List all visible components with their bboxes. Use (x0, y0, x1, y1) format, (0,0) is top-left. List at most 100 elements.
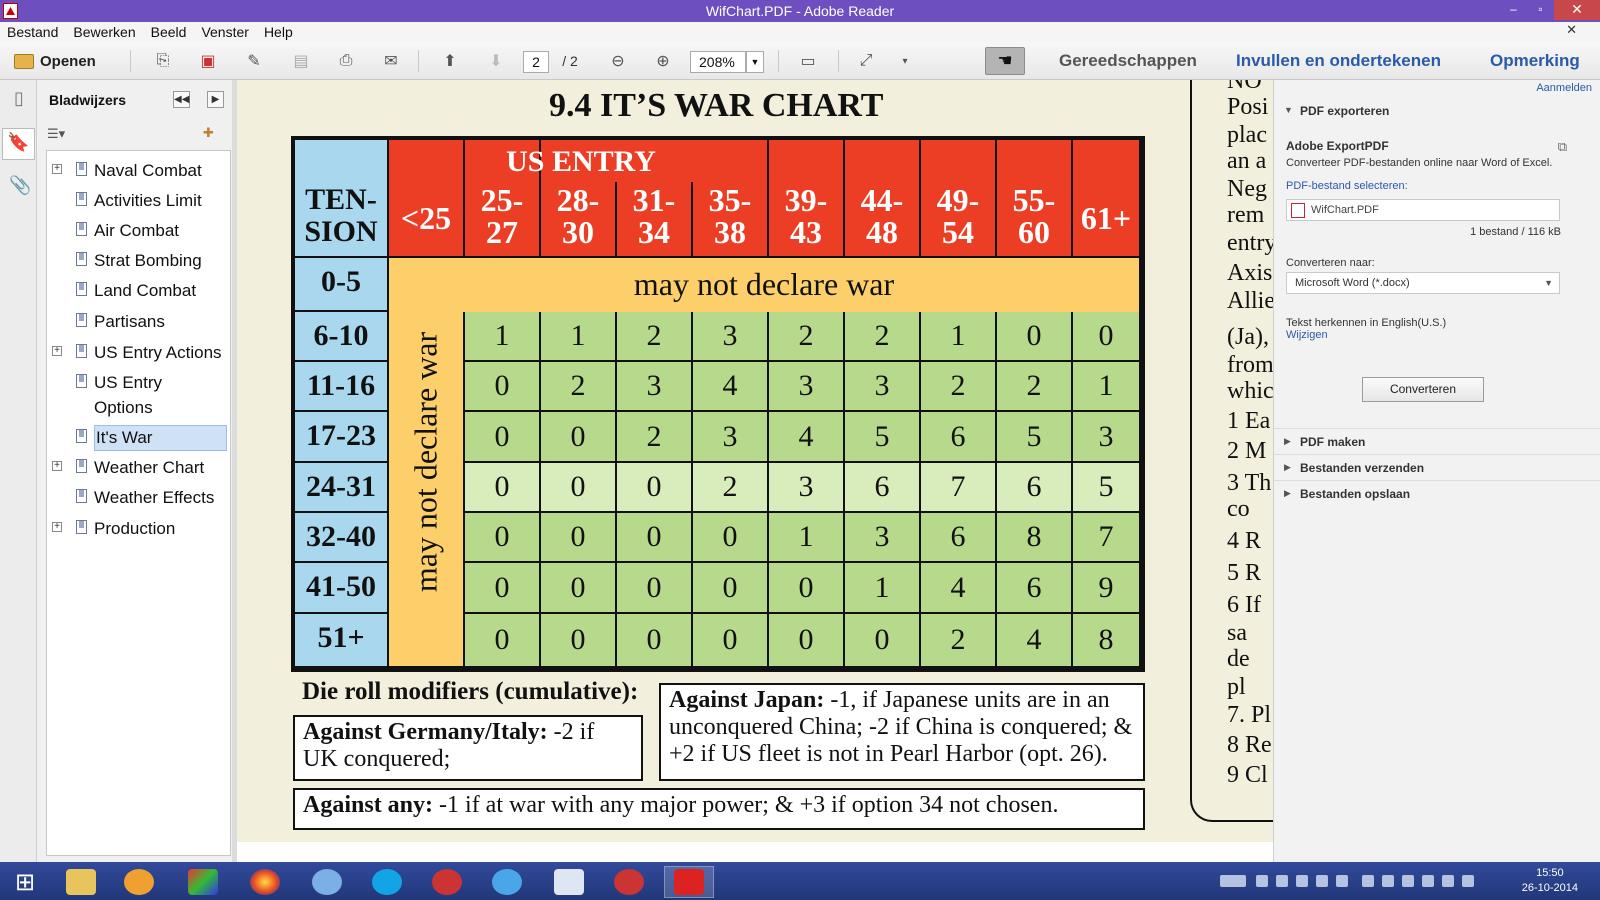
next-page-icon[interactable]: ⬇ (483, 50, 509, 72)
taskbar-game-app[interactable] (178, 866, 228, 898)
adjacent-page-text: rem (1227, 202, 1265, 228)
close-button[interactable]: ✕ (1554, 0, 1600, 20)
create-pdf-section[interactable]: ▶ PDF maken (1274, 428, 1600, 454)
taskbar-bird-app[interactable] (482, 866, 532, 898)
bookmarks-icon[interactable]: 🔖 (2, 128, 35, 160)
zoom-out-icon[interactable]: ⊖ (605, 50, 631, 72)
tension-row-header: 6-10 (295, 312, 387, 360)
taskbar-mail[interactable] (302, 866, 352, 898)
adjacent-page-column: NO Posi plac an a Neg rem entry Axis Allie (Ja), f… (1190, 80, 1273, 822)
previous-page-icon[interactable]: ⬆ (437, 50, 463, 72)
hand-tool-icon[interactable]: ☚ (985, 47, 1025, 75)
tray-app-icon[interactable] (1256, 875, 1268, 887)
document-viewport[interactable]: 9.4 IT’S WAR CHART TEN- SION <25 25- 27 28- 30… (237, 80, 1273, 842)
panel-next-icon[interactable]: ▶ (207, 91, 224, 108)
expand-icon[interactable]: + (52, 461, 62, 471)
menu-beeld[interactable]: Beeld (151, 24, 187, 40)
tray-app-icon[interactable] (1382, 875, 1394, 887)
selected-file-field[interactable]: WifChart.PDF (1286, 199, 1560, 221)
taskbar-clock[interactable]: 15:50 26-10-2014 (1522, 866, 1578, 896)
menu-venster[interactable]: Venster (201, 24, 248, 40)
comment-link[interactable]: Opmerking (1490, 51, 1580, 71)
tension-label: TEN- SION (304, 183, 378, 248)
send-files-section[interactable]: ▶ Bestanden verzenden (1274, 454, 1600, 480)
send-files-title: Bestanden verzenden (1300, 461, 1425, 475)
its-war-chart: TEN- SION <25 25- 27 28- 30 31- 34 35- 38 39- 43 44- 4… (291, 136, 1145, 672)
document-close-icon[interactable]: ✕ (1566, 22, 1577, 38)
chart-cell: 0 (845, 614, 919, 666)
select-pdf-link[interactable]: PDF-bestand selecteren: (1286, 180, 1408, 192)
browser-icon (250, 869, 280, 895)
attachments-icon[interactable]: 📎 (9, 175, 31, 199)
format-select[interactable]: Microsoft Word (*.docx) ▼ (1286, 272, 1560, 294)
minimize-button[interactable]: – (1500, 0, 1527, 20)
taskbar-wif-1[interactable] (422, 866, 472, 898)
tension-row-header: 41-50 (295, 563, 387, 612)
menu-help[interactable]: Help (264, 24, 293, 40)
taskbar-media-player[interactable] (114, 866, 164, 898)
taskbar-editor[interactable] (544, 866, 594, 898)
clock-time: 15:50 (1536, 867, 1564, 879)
battery-icon[interactable] (1422, 875, 1434, 887)
taskbar-adobe-reader[interactable] (664, 866, 714, 898)
tools-link[interactable]: Gereedschappen (1059, 51, 1197, 71)
expand-icon[interactable]: + (52, 164, 62, 174)
bookmark-icon (76, 489, 87, 503)
convert-pdf-icon[interactable]: ▣ (195, 50, 221, 72)
sign-in-link[interactable]: Aanmelden (1536, 82, 1592, 94)
start-button[interactable]: ⊞ (0, 866, 50, 898)
full-screen-icon[interactable]: ⤢ (853, 50, 879, 72)
tension-row-header: 11-16 (295, 362, 387, 410)
fit-page-icon[interactable]: ▭ (795, 50, 821, 72)
zoom-in-icon[interactable]: ⊕ (650, 50, 676, 72)
tray-app-icon[interactable] (1296, 875, 1308, 887)
page-thumbnails-icon[interactable]: ▯ (9, 88, 29, 112)
volume-icon[interactable] (1462, 875, 1474, 887)
expand-icon[interactable]: + (52, 346, 62, 356)
taskbar-explorer[interactable] (56, 866, 106, 898)
open-button[interactable]: Openen (14, 50, 108, 72)
skype-icon (372, 869, 402, 895)
title-bar: WifChart.PDF - Adobe Reader – ▫ ✕ (0, 0, 1600, 22)
save-icon[interactable]: ▤ (288, 50, 314, 72)
customize-toolbar-icon[interactable]: ▾ (895, 50, 915, 72)
edit-icon[interactable]: ✎ (241, 50, 267, 72)
email-icon[interactable]: ✉ (378, 50, 404, 72)
taskbar-wif-2[interactable] (604, 866, 654, 898)
export-pdf-section[interactable]: ▼ PDF exporteren (1274, 98, 1600, 124)
print-icon[interactable]: ⎙ (333, 50, 359, 72)
expand-icon[interactable]: + (52, 522, 62, 532)
menu-bewerken[interactable]: Bewerken (73, 24, 135, 40)
create-pdf-icon[interactable]: ⎘ (150, 50, 176, 72)
store-files-section[interactable]: ▶ Bestanden opslaan (1274, 480, 1600, 506)
chart-cell: 1 (1073, 362, 1139, 410)
options-menu-icon[interactable]: ☰▾ (47, 126, 65, 142)
change-language-link[interactable]: Wijzigen (1286, 329, 1328, 341)
zoom-dropdown-icon[interactable]: ▼ (746, 51, 764, 73)
editor-icon (554, 869, 584, 895)
adjacent-page-text: 7. Pl (1227, 702, 1272, 728)
chart-cell: 4 (769, 412, 843, 461)
menu-bestand[interactable]: Bestand (7, 24, 58, 40)
taskbar-skype[interactable] (362, 866, 412, 898)
keyboard-icon[interactable] (1220, 875, 1246, 887)
new-bookmark-icon[interactable]: ✚ (203, 125, 214, 141)
page-number-input[interactable]: 2 (523, 51, 549, 73)
convert-button[interactable]: Converteren (1362, 377, 1484, 402)
taskbar-browser[interactable] (240, 866, 290, 898)
chart-cell: 4 (921, 563, 995, 612)
column-divider (995, 140, 997, 258)
cloud-icon[interactable] (1276, 875, 1288, 887)
chart-cell: 0 (617, 513, 691, 561)
collapse-panel-icon[interactable]: ◀◀ (173, 91, 190, 108)
bookmark-label: Weather Chart (94, 458, 205, 477)
bluetooth-icon[interactable] (1362, 875, 1374, 887)
zoom-input[interactable]: 208% (690, 51, 746, 73)
network-icon[interactable] (1442, 875, 1454, 887)
bookmark-icon (76, 222, 87, 236)
flag-icon[interactable] (1402, 875, 1414, 887)
restore-button[interactable]: ▫ (1527, 0, 1554, 20)
fill-sign-link[interactable]: Invullen en ondertekenen (1236, 51, 1441, 71)
tray-app-icon[interactable] (1336, 875, 1348, 887)
tray-app-icon[interactable] (1316, 875, 1328, 887)
